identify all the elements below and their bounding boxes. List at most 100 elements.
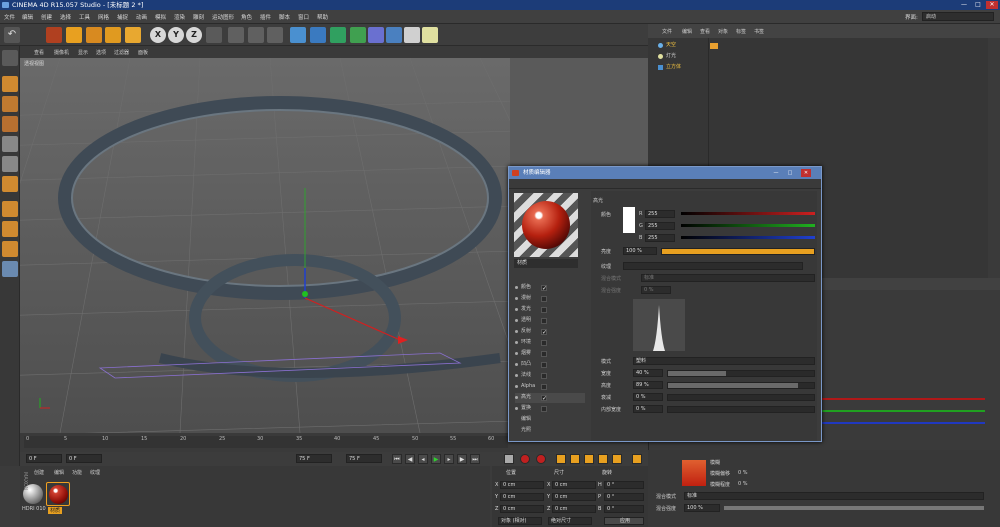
texture-mode-icon[interactable] — [2, 96, 18, 112]
width-field[interactable]: 40 % — [633, 369, 663, 377]
rotate-icon[interactable] — [105, 27, 121, 43]
deformer-icon[interactable] — [368, 27, 384, 43]
lock-icon[interactable] — [2, 261, 18, 277]
mat-tab-texture[interactable]: 纹理 — [90, 469, 100, 476]
mat-tab-function[interactable]: 功能 — [72, 469, 82, 476]
material-name-field[interactable]: 材质 — [514, 259, 578, 268]
obj-tab-view[interactable]: 查看 — [700, 28, 710, 35]
mix-mode-select[interactable]: 标准 — [684, 492, 984, 500]
red-slider[interactable] — [681, 212, 815, 215]
render-picture-viewer-icon[interactable] — [248, 27, 264, 43]
axis-mode-icon[interactable] — [2, 201, 18, 217]
render-settings-icon[interactable] — [267, 27, 283, 43]
mix-strength-field[interactable]: 100 % — [684, 504, 720, 512]
size-y-field[interactable]: 0 cm — [552, 493, 596, 501]
minimize-button[interactable]: — — [958, 1, 970, 9]
timeline-ruler[interactable]: 0 5 10 15 20 25 30 35 40 45 50 55 60 — [24, 436, 508, 448]
model-mode-icon[interactable] — [2, 76, 18, 92]
specular-color-swatch[interactable] — [623, 207, 635, 233]
render-view-icon[interactable] — [228, 27, 244, 43]
camera-icon[interactable] — [404, 27, 420, 43]
size-z-field[interactable]: 0 cm — [552, 505, 596, 513]
menu-character[interactable]: 角色 — [241, 13, 252, 21]
mat-tab-create[interactable]: 创建 — [34, 469, 44, 476]
falloff-field[interactable]: 0 % — [633, 393, 663, 401]
channel-editor[interactable]: 编辑 — [515, 415, 585, 425]
timeline-icon[interactable] — [632, 454, 642, 464]
channel-diffusion[interactable]: 漫射 — [515, 294, 585, 304]
move-icon[interactable] — [66, 27, 82, 43]
floor-icon[interactable] — [386, 27, 402, 43]
dialog-maximize-button[interactable]: □ — [785, 169, 795, 177]
key-param-icon[interactable] — [598, 454, 608, 464]
layout-select[interactable]: 启动 — [922, 12, 994, 21]
channel-illumination[interactable]: 光照 — [515, 426, 585, 436]
brightness-slider[interactable] — [661, 248, 815, 255]
menu-snap[interactable]: 捕捉 — [117, 13, 128, 21]
view-menu-panel[interactable]: 面板 — [138, 49, 148, 56]
channel-reflection[interactable]: 反射 ✓ — [515, 327, 585, 337]
width-slider[interactable] — [667, 370, 815, 377]
key-move-icon[interactable] — [556, 454, 566, 464]
light-icon[interactable] — [422, 27, 438, 43]
end-frame-field[interactable]: 75 F — [296, 454, 332, 463]
rotation-p-field[interactable]: 0 ° — [604, 493, 644, 501]
material-tag-icon[interactable] — [710, 43, 718, 49]
inner-width-slider[interactable] — [667, 406, 815, 413]
view-menu-view[interactable]: 查看 — [34, 49, 44, 56]
coord-mode-select[interactable]: 对象 (相对) — [498, 517, 542, 525]
material-preview[interactable] — [514, 193, 578, 257]
view-menu-camera[interactable]: 摄像机 — [54, 49, 69, 56]
menu-window[interactable]: 窗口 — [298, 13, 309, 21]
view-menu-display[interactable]: 显示 — [78, 49, 88, 56]
scale-icon[interactable] — [86, 27, 102, 43]
dialog-title-bar[interactable]: 材质编辑器 — □ ✕ — [509, 167, 821, 179]
obj-tab-edit[interactable]: 编辑 — [682, 28, 692, 35]
maximize-button[interactable]: □ — [972, 1, 984, 9]
height-field[interactable]: 89 % — [633, 381, 663, 389]
mat-tab-edit[interactable]: 编辑 — [54, 469, 64, 476]
position-z-field[interactable]: 0 cm — [500, 505, 544, 513]
dialog-minimize-button[interactable]: — — [771, 169, 781, 177]
menu-render[interactable]: 渲染 — [174, 13, 185, 21]
undo-icon[interactable]: ↶ — [4, 27, 20, 43]
menu-file[interactable]: 文件 — [4, 13, 15, 21]
menu-mograph[interactable]: 运动图形 — [212, 13, 234, 21]
key-rotate-icon[interactable] — [584, 454, 594, 464]
channel-environment[interactable]: 环境 — [515, 338, 585, 348]
autokey-icon[interactable] — [520, 454, 530, 464]
blue-slider[interactable] — [681, 236, 815, 239]
spline-pen-icon[interactable] — [310, 27, 326, 43]
rotation-h-field[interactable]: 0 ° — [604, 481, 644, 489]
color-swatch[interactable] — [682, 460, 706, 486]
array-icon[interactable] — [350, 27, 366, 43]
record-icon[interactable] — [504, 454, 514, 464]
green-slider[interactable] — [681, 224, 815, 227]
blur-offset-value[interactable]: 0 % — [738, 470, 748, 476]
channel-alpha[interactable]: Alpha — [515, 382, 585, 392]
go-end-button[interactable]: ⏭ — [470, 454, 480, 464]
make-editable-icon[interactable] — [2, 50, 18, 66]
mix-strength-slider[interactable] — [724, 506, 984, 510]
blue-field[interactable]: 255 — [645, 234, 675, 242]
material-thumb-selected[interactable] — [46, 482, 70, 506]
close-button[interactable]: ✕ — [986, 1, 998, 9]
channel-luminance[interactable]: 发光 — [515, 305, 585, 315]
menu-edit[interactable]: 编辑 — [22, 13, 33, 21]
menu-animate[interactable]: 动画 — [136, 13, 147, 21]
mix-mode-select[interactable]: 标准 — [641, 274, 815, 282]
obj-tab-tags[interactable]: 标签 — [736, 28, 746, 35]
keyframe-help-icon[interactable] — [536, 454, 546, 464]
object-row[interactable]: 天空 — [648, 40, 988, 51]
z-axis-toggle[interactable]: Z — [186, 27, 202, 43]
view-menu-options[interactable]: 选项 — [96, 49, 106, 56]
object-row[interactable]: 灯光 — [648, 51, 988, 62]
channel-color[interactable]: 颜色 ✓ — [515, 283, 585, 293]
rotation-b-field[interactable]: 0 ° — [604, 505, 644, 513]
menu-help[interactable]: 帮助 — [317, 13, 328, 21]
prev-frame-button[interactable]: ◂ — [418, 454, 428, 464]
object-row[interactable]: 立方体 — [648, 62, 988, 73]
current-frame-field[interactable]: 0 F — [66, 454, 102, 463]
falloff-slider[interactable] — [667, 394, 815, 401]
prev-key-button[interactable]: ◀ — [405, 454, 415, 464]
